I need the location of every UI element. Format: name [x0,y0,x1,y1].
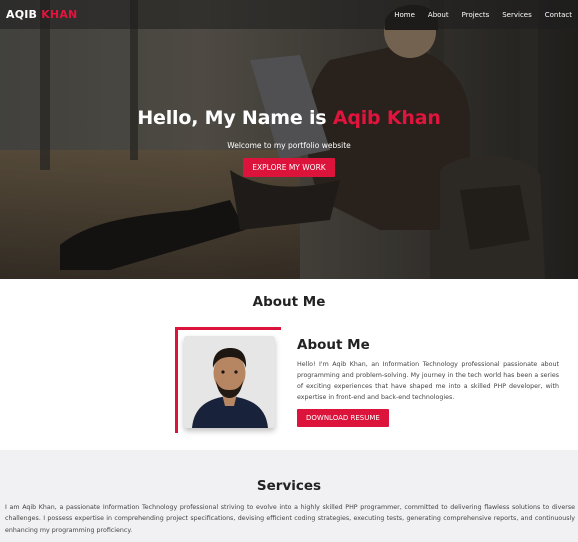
brand-logo[interactable]: AQIB KHAN [6,8,77,21]
download-resume-button[interactable]: DOWNLOAD RESUME [297,409,389,427]
about-text-block: About Me Hello! I'm Aqib Khan, an Inform… [297,337,559,427]
about-heading: About Me [297,337,370,353]
hero-title: Hello, My Name is Aqib Khan [0,107,578,129]
hero-section: AQIB KHAN Home About Projects Services C… [0,0,578,279]
hero-subtitle: Welcome to my portfolio website [227,141,351,150]
hero-title-prefix: Hello, My Name is [137,107,327,129]
brand-first-name: AQIB [6,8,38,21]
services-section-title: Services [256,478,322,494]
nav-link-projects[interactable]: Projects [462,11,490,19]
navbar: AQIB KHAN Home About Projects Services C… [0,0,578,29]
about-paragraph: Hello! I'm Aqib Khan, an Information Tec… [297,361,559,401]
about-section: About Me About Me Hello! I'm Aqib Khan, … [0,279,578,450]
about-section-title: About Me [252,294,326,310]
nav-links: Home About Projects Services Contact [381,11,572,19]
profile-photo-image [184,336,275,428]
services-paragraph: I am Aqib Khan, a passionate Information… [5,504,575,534]
nav-link-home[interactable]: Home [394,11,415,19]
services-section: Services I am Aqib Khan, a passionate In… [0,450,578,542]
nav-link-about[interactable]: About [428,11,449,19]
explore-my-work-button[interactable]: EXPLORE MY WORK [243,158,335,177]
hero-title-name: Aqib Khan [332,107,441,129]
profile-photo [184,336,275,428]
nav-link-contact[interactable]: Contact [545,11,572,19]
brand-last-name: KHAN [41,8,78,21]
nav-link-services[interactable]: Services [502,11,532,19]
hero-content: Hello, My Name is Aqib Khan Welcome to m… [0,107,578,177]
